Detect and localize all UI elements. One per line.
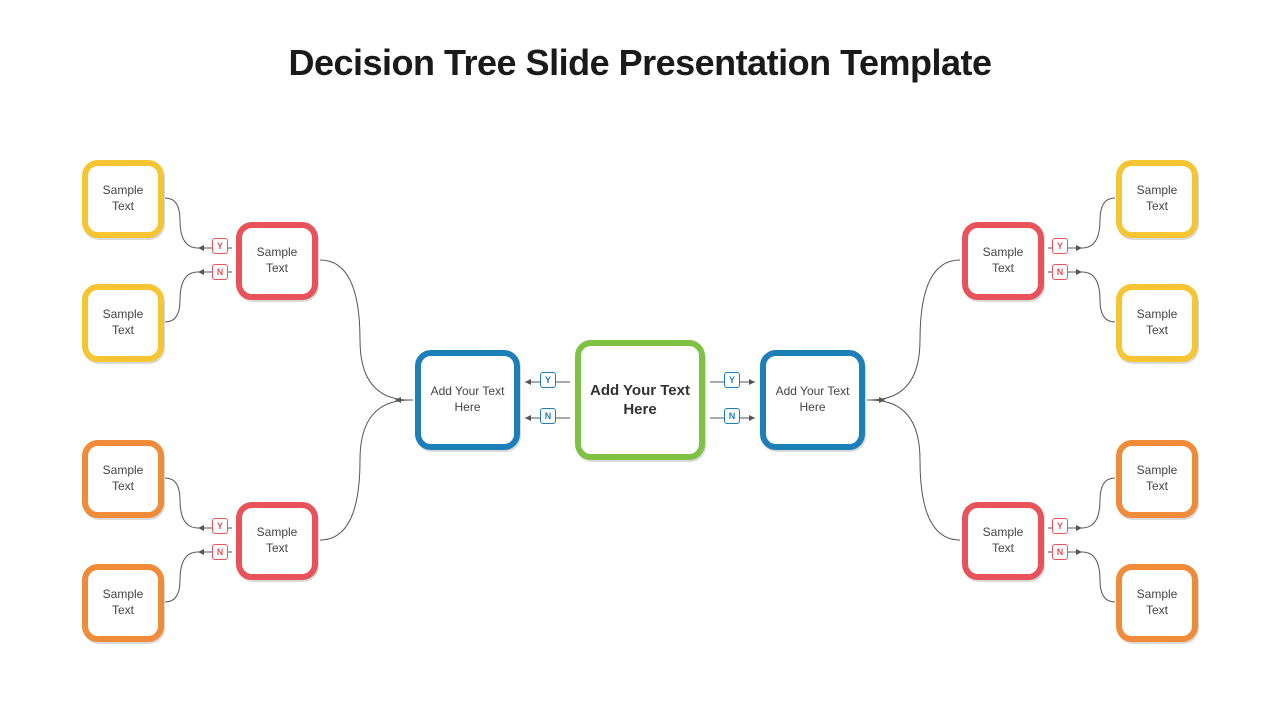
yes-tag: Y: [1052, 518, 1068, 534]
no-tag: N: [1052, 264, 1068, 280]
yes-tag: Y: [212, 238, 228, 254]
root-node: Add Your Text Here: [575, 340, 705, 460]
leaf-node: Sample Text: [1116, 284, 1198, 362]
decision-node-top-left: Sample Text: [236, 222, 318, 300]
no-tag: N: [724, 408, 740, 424]
yes-tag: Y: [724, 372, 740, 388]
yes-tag: Y: [540, 372, 556, 388]
decision-node-bottom-left: Sample Text: [236, 502, 318, 580]
decision-node-top-right: Sample Text: [962, 222, 1044, 300]
leaf-node: Sample Text: [1116, 564, 1198, 642]
branch-left-node: Add Your Text Here: [415, 350, 520, 450]
leaf-node: Sample Text: [82, 440, 164, 518]
decision-node-bottom-right: Sample Text: [962, 502, 1044, 580]
leaf-node: Sample Text: [82, 564, 164, 642]
no-tag: N: [212, 264, 228, 280]
leaf-node: Sample Text: [82, 284, 164, 362]
yes-tag: Y: [212, 518, 228, 534]
no-tag: N: [212, 544, 228, 560]
no-tag: N: [540, 408, 556, 424]
yes-tag: Y: [1052, 238, 1068, 254]
leaf-node: Sample Text: [1116, 440, 1198, 518]
branch-right-node: Add Your Text Here: [760, 350, 865, 450]
no-tag: N: [1052, 544, 1068, 560]
leaf-node: Sample Text: [1116, 160, 1198, 238]
leaf-node: Sample Text: [82, 160, 164, 238]
